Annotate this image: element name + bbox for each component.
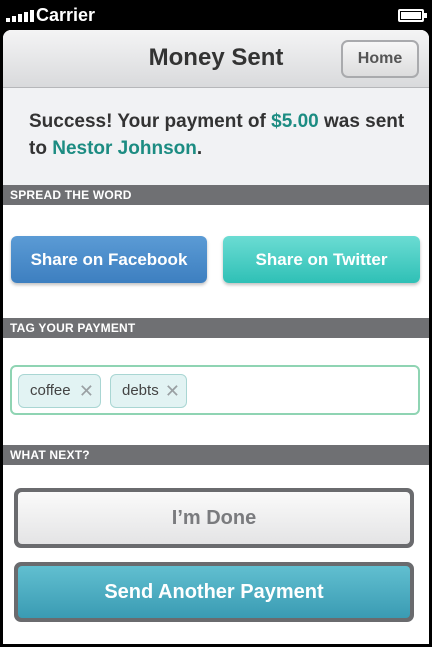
tag-chip: coffee ✕ (18, 374, 101, 408)
share-facebook-button[interactable]: Share on Facebook (11, 236, 207, 283)
success-message-text: Success! Your payment of $5.00 was sent … (29, 108, 409, 162)
message-prefix: Success! Your payment of (29, 111, 272, 132)
success-message: Success! Your payment of $5.00 was sent … (3, 88, 429, 185)
tag-label: coffee (30, 382, 71, 399)
battery-icon (398, 9, 427, 22)
tag-section-header: TAG YOUR PAYMENT (3, 318, 429, 338)
home-button[interactable]: Home (341, 40, 419, 78)
navigation-bar: Money Sent Home (3, 30, 429, 88)
remove-tag-icon[interactable]: ✕ (165, 375, 180, 407)
recipient-name: Nestor Johnson (52, 138, 197, 159)
app-window: Money Sent Home Success! Your payment of… (3, 30, 429, 644)
share-twitter-button[interactable]: Share on Twitter (223, 236, 420, 283)
carrier-name: Carrier (36, 5, 96, 25)
signal-strength-icon (6, 10, 34, 22)
screen: Carrier Money Sent Home Success! Your pa… (0, 0, 432, 647)
tag-label: debts (122, 382, 159, 399)
done-button-label: I’m Done (18, 492, 410, 544)
status-bar: Carrier (0, 0, 432, 30)
message-suffix: . (196, 138, 203, 159)
done-button[interactable]: I’m Done (14, 488, 414, 548)
send-another-payment-label: Send Another Payment (18, 566, 410, 618)
remove-tag-icon[interactable]: ✕ (79, 375, 94, 407)
tag-chip: debts ✕ (110, 374, 187, 408)
send-another-payment-button[interactable]: Send Another Payment (14, 562, 414, 622)
payment-amount: $5.00 (271, 111, 319, 132)
next-section-header: WHAT NEXT? (3, 445, 429, 465)
spread-section-header: SPREAD THE WORD (3, 185, 429, 205)
tag-input-field[interactable]: coffee ✕ debts ✕ (10, 365, 420, 415)
